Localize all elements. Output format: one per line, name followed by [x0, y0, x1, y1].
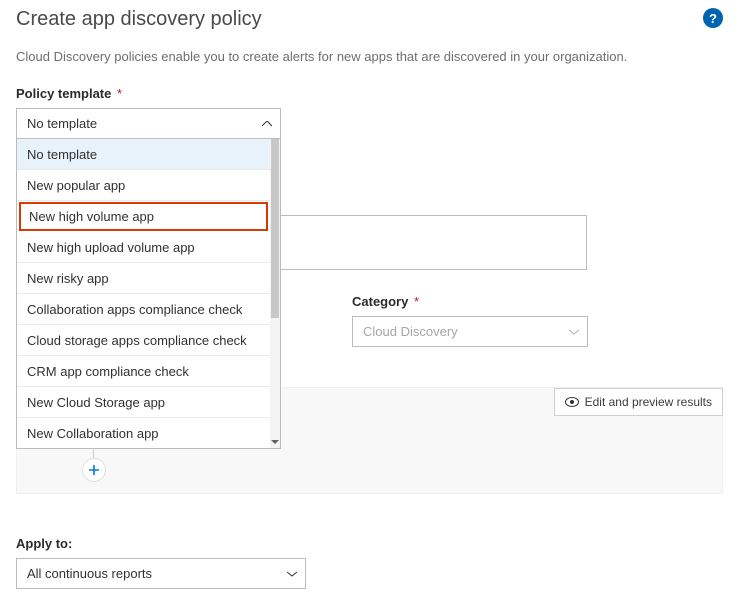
edit-preview-label: Edit and preview results	[585, 395, 712, 409]
eye-icon	[565, 397, 579, 407]
category-value: Cloud Discovery	[363, 324, 458, 339]
dropdown-option[interactable]: New Collaboration app	[17, 418, 270, 448]
page-title: Create app discovery policy	[16, 8, 723, 31]
dropdown-option[interactable]: New popular app	[17, 170, 270, 201]
add-filter-button[interactable]	[82, 458, 106, 482]
dropdown-option[interactable]: No template	[17, 139, 270, 170]
chevron-up-icon	[262, 121, 272, 127]
policy-template-label: Policy template *	[16, 86, 723, 101]
dropdown-option[interactable]: New high upload volume app	[17, 232, 270, 263]
dropdown-option[interactable]: CRM app compliance check	[17, 356, 270, 387]
required-mark: *	[117, 86, 122, 101]
edit-preview-button[interactable]: Edit and preview results	[554, 388, 723, 416]
policy-template-value: No template	[27, 116, 97, 131]
dropdown-option[interactable]: New high volume app	[19, 202, 268, 231]
chevron-down-icon	[287, 571, 297, 577]
scrollbar-thumb[interactable]	[271, 139, 279, 318]
scrollbar[interactable]	[270, 139, 280, 448]
dropdown-option[interactable]: Collaboration apps compliance check	[17, 294, 270, 325]
category-label-text: Category	[352, 294, 408, 309]
dropdown-option[interactable]: Cloud storage apps compliance check	[17, 325, 270, 356]
policy-template-select[interactable]: No template	[16, 108, 281, 139]
help-icon: ?	[709, 11, 717, 26]
help-button[interactable]: ?	[703, 8, 723, 28]
required-mark: *	[414, 294, 419, 309]
plus-icon	[89, 465, 99, 475]
policy-template-dropdown: No templateNew popular appNew high volum…	[16, 139, 281, 449]
dropdown-option[interactable]: New Cloud Storage app	[17, 387, 270, 418]
page-subtitle: Cloud Discovery policies enable you to c…	[16, 49, 723, 64]
scroll-down-icon	[270, 436, 280, 448]
category-select[interactable]: Cloud Discovery	[352, 316, 588, 347]
policy-template-label-text: Policy template	[16, 86, 111, 101]
apply-to-label: Apply to:	[16, 536, 306, 551]
apply-to-select[interactable]: All continuous reports	[16, 558, 306, 589]
category-label: Category *	[352, 294, 588, 309]
chevron-down-icon	[569, 329, 579, 335]
apply-to-value: All continuous reports	[27, 566, 152, 581]
dropdown-option[interactable]: New risky app	[17, 263, 270, 294]
